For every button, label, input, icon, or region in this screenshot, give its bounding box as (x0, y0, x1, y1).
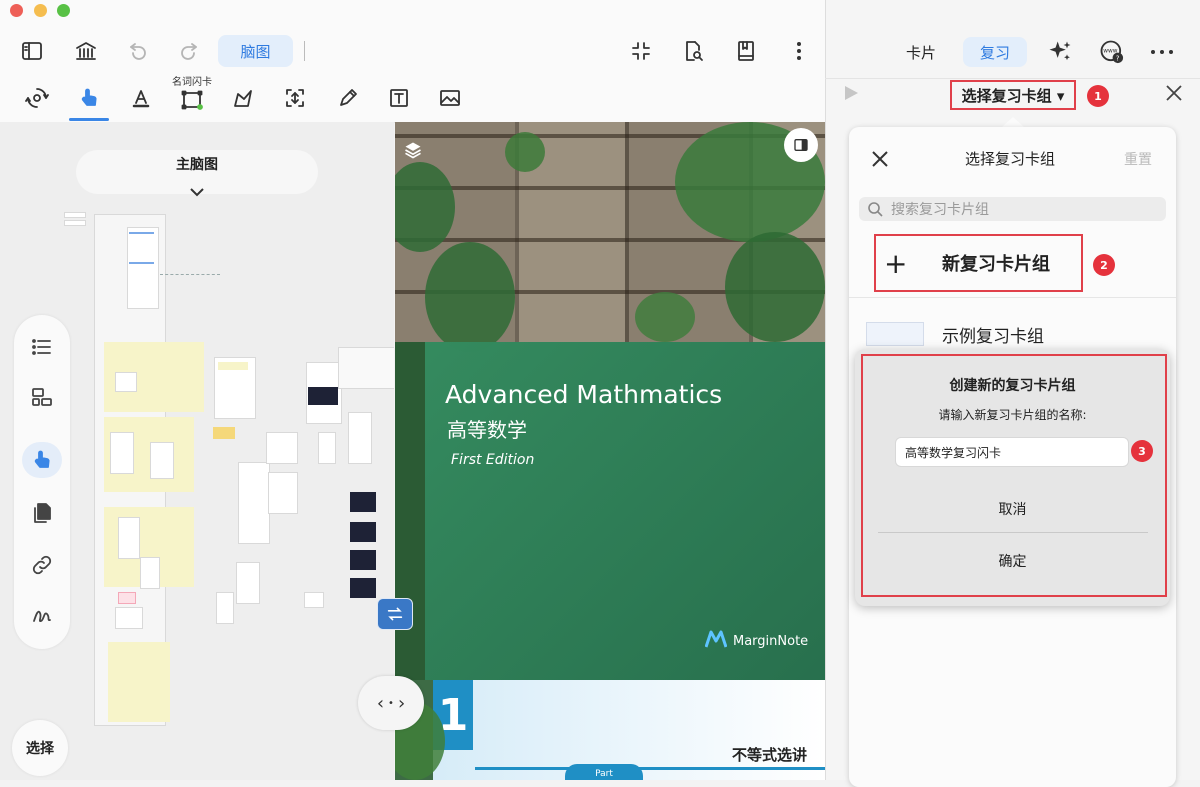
selection-box-icon[interactable] (177, 85, 207, 115)
cancel-button[interactable]: 取消 (855, 499, 1170, 519)
split-view-icon[interactable] (784, 128, 818, 162)
left-side-toolbar (14, 315, 70, 649)
example-deck-thumbnail (866, 322, 924, 346)
dialog-title: 创建新的复习卡片组 (949, 378, 1076, 394)
search-placeholder: 搜索复习卡片组 (891, 202, 989, 218)
page2-rule (475, 767, 825, 770)
text-box-icon[interactable] (384, 83, 414, 113)
chevron-right-icon: › (397, 692, 406, 714)
dialog-message: 请输入新复习卡片组的名称: (938, 408, 1087, 422)
zoom-window-button[interactable] (57, 4, 70, 17)
new-deck-button[interactable]: + 新复习卡片组 (874, 234, 1083, 292)
new-deck-label: 新复习卡片组 (942, 254, 1050, 275)
more-vertical-icon[interactable] (784, 36, 814, 66)
example-deck-item[interactable]: 示例复习卡组 (942, 322, 1044, 347)
deck-selector-button[interactable]: 选择复习卡组 ▾ (950, 80, 1076, 110)
dialog-button-divider (878, 532, 1148, 533)
brand-name: MarginNote (733, 633, 809, 649)
svg-text:?: ? (1116, 55, 1120, 63)
tab-mindmap[interactable]: 脑图 (218, 35, 293, 67)
mindmap-title: 主脑图 (176, 157, 218, 173)
handwriting-icon[interactable] (14, 597, 70, 633)
cover-title-en: Advanced Mathmatics (445, 380, 723, 409)
sparkle-ai-icon[interactable] (1046, 38, 1074, 66)
undo-icon[interactable] (123, 36, 153, 66)
layout-blocks-icon[interactable] (14, 379, 70, 415)
crop-expand-icon[interactable] (280, 83, 310, 113)
step-badge-1: 1 (1087, 85, 1109, 107)
text-highlight-icon[interactable] (126, 83, 156, 113)
main-toolbar: 脑图 名词闪卡 (0, 0, 825, 123)
reset-button[interactable]: 重置 (1124, 149, 1152, 169)
search-deck-input[interactable]: 搜索复习卡片组 (859, 197, 1166, 221)
document-viewer[interactable]: Advanced Mathmatics 高等数学 First Edition M… (395, 122, 825, 780)
redo-icon[interactable] (174, 36, 204, 66)
play-icon[interactable] (842, 84, 860, 106)
dot-icon: • (388, 697, 394, 709)
confirm-button[interactable]: 确定 (855, 551, 1170, 571)
step-badge-2: 2 (1093, 254, 1115, 276)
pen-icon[interactable] (333, 83, 363, 113)
image-icon[interactable] (435, 83, 465, 113)
hand-tool-icon[interactable] (22, 442, 62, 478)
outline-list-icon[interactable] (14, 329, 70, 365)
close-panel-icon[interactable] (1165, 84, 1183, 106)
library-icon[interactable] (70, 36, 102, 66)
minimize-window-button[interactable] (34, 4, 47, 17)
tab-cards[interactable]: 卡片 (896, 37, 946, 67)
toolbar-divider (304, 41, 305, 61)
cover-brand: MarginNote (704, 630, 809, 652)
page2-title: 不等式选讲 (732, 746, 808, 764)
bookmark-book-icon[interactable] (731, 36, 761, 66)
settings-cycle-icon[interactable] (22, 83, 52, 113)
popover-title: 选择复习卡组 (964, 150, 1055, 168)
step-badge-3: 3 (1131, 440, 1153, 462)
close-popover-icon[interactable] (871, 150, 889, 172)
part-badge: Part (565, 764, 643, 780)
select-mode-button[interactable]: 选择 (12, 720, 68, 776)
collapse-icon[interactable] (626, 36, 656, 66)
popover-divider (849, 297, 1176, 298)
cover-edition: First Edition (451, 452, 535, 468)
tab-review[interactable]: 复习 (963, 37, 1027, 67)
chevron-left-icon: ‹ (376, 692, 385, 714)
cover-title-cn: 高等数学 (447, 418, 527, 442)
hand-pointer-icon[interactable] (74, 83, 104, 113)
more-horizontal-icon[interactable] (1150, 38, 1174, 66)
lasso-icon[interactable] (228, 83, 258, 113)
page-navigation-button[interactable]: ‹ • › (358, 676, 424, 730)
close-window-button[interactable] (10, 4, 23, 17)
sidebar-toggle-icon[interactable] (16, 36, 48, 66)
chevron-down-icon (189, 178, 205, 208)
plus-icon: + (884, 246, 908, 280)
mindmap-title-button[interactable]: 主脑图 (76, 150, 318, 197)
deck-name-input[interactable] (895, 437, 1129, 467)
layers-icon[interactable] (403, 140, 423, 160)
swap-panels-icon[interactable] (377, 598, 413, 630)
web-help-icon[interactable]: www? (1098, 38, 1126, 66)
marginnote-logo-icon (704, 630, 728, 652)
active-tool-indicator (69, 118, 109, 121)
search-icon (867, 201, 883, 221)
copy-documents-icon[interactable] (14, 495, 70, 531)
link-icon[interactable] (14, 547, 70, 583)
document-search-icon[interactable] (678, 36, 708, 66)
